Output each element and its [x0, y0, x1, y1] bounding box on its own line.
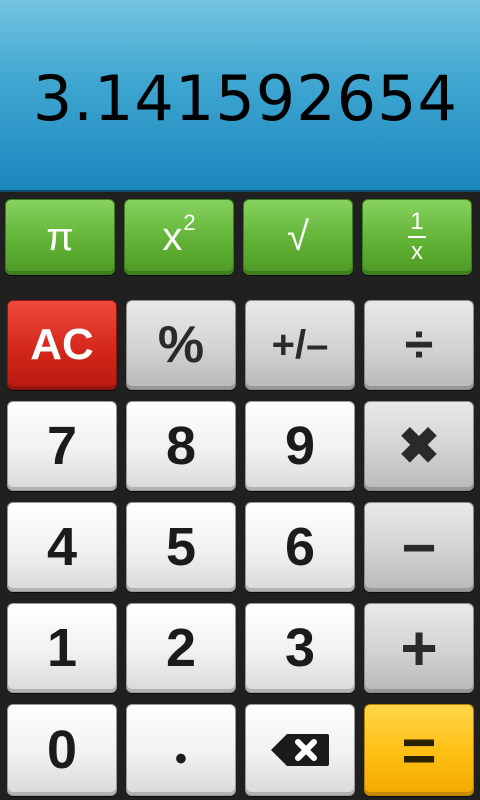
display-value: 3.141592654: [32, 62, 458, 135]
plus-label: +: [400, 612, 438, 684]
square-exponent-label: 2: [183, 210, 196, 235]
digit-5-button[interactable]: 5: [126, 502, 236, 592]
digit-0-button[interactable]: 0: [7, 704, 117, 796]
square-button[interactable]: x2: [124, 199, 234, 275]
square-base-label: x: [162, 214, 183, 259]
digit-1-button[interactable]: 1: [7, 603, 117, 693]
backspace-icon: [269, 719, 331, 781]
percent-label: %: [157, 316, 205, 374]
sqrt-button[interactable]: √: [243, 199, 353, 275]
reciprocal-button[interactable]: 1 x: [362, 199, 472, 275]
digit-3-button[interactable]: 3: [245, 603, 355, 693]
equals-button[interactable]: =: [364, 704, 474, 796]
digit-6-button[interactable]: 6: [245, 502, 355, 592]
multiply-label: ✖: [398, 418, 440, 474]
backspace-button[interactable]: [245, 704, 355, 796]
digit-8-label: 8: [165, 416, 197, 476]
percent-button[interactable]: %: [126, 300, 236, 390]
multiply-button[interactable]: ✖: [364, 401, 474, 491]
reciprocal-fraction: 1 x: [408, 210, 426, 264]
pi-label: π: [46, 214, 74, 259]
digit-9-label: 9: [284, 416, 316, 476]
pi-button[interactable]: π: [5, 199, 115, 275]
digit-4-label: 4: [46, 517, 78, 577]
divide-button[interactable]: ÷: [364, 300, 474, 390]
sign-toggle-label: +/–: [271, 322, 329, 367]
equals-label: =: [401, 716, 437, 784]
display-panel: 3.141592654: [0, 0, 480, 192]
clear-label: AC: [30, 320, 94, 369]
decimal-button[interactable]: •: [126, 704, 236, 796]
digit-6-label: 6: [284, 517, 316, 577]
minus-label: −: [401, 513, 437, 581]
digit-0-label: 0: [46, 720, 78, 780]
digit-3-label: 3: [284, 618, 316, 678]
digit-1-label: 1: [46, 618, 78, 678]
digit-9-button[interactable]: 9: [245, 401, 355, 491]
digit-7-button[interactable]: 7: [7, 401, 117, 491]
reciprocal-denominator: x: [411, 238, 423, 265]
sign-toggle-button[interactable]: +/–: [245, 300, 355, 390]
sqrt-label: √: [287, 214, 309, 259]
digit-5-label: 5: [165, 517, 197, 577]
clear-button[interactable]: AC: [7, 300, 117, 390]
decimal-label: •: [175, 739, 187, 778]
digit-2-label: 2: [165, 618, 197, 678]
reciprocal-numerator: 1: [410, 208, 424, 235]
digit-7-label: 7: [46, 416, 78, 476]
digit-4-button[interactable]: 4: [7, 502, 117, 592]
divide-label: ÷: [404, 316, 434, 374]
minus-button[interactable]: −: [364, 502, 474, 592]
digit-8-button[interactable]: 8: [126, 401, 236, 491]
plus-button[interactable]: +: [364, 603, 474, 693]
digit-2-button[interactable]: 2: [126, 603, 236, 693]
